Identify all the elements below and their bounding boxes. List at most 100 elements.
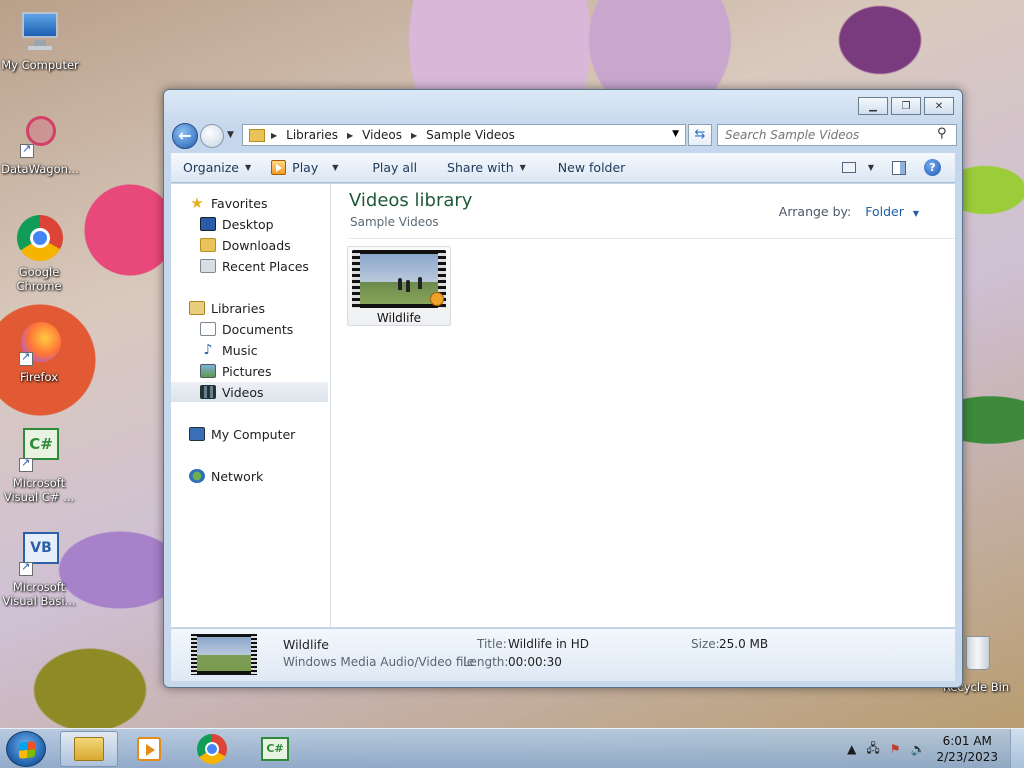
clock-time: 6:01 AM xyxy=(942,734,992,748)
explorer-window: ▁ ❐ ✕ ← ▼ ▶ Libraries ▶ Videos ▶ Sample … xyxy=(163,89,963,688)
computer-icon xyxy=(16,8,64,56)
arrange-by: Arrange by: Folder ▼ xyxy=(779,204,919,219)
show-hidden-icons-icon[interactable]: ▲ xyxy=(847,742,856,756)
chevron-down-icon: ▼ xyxy=(245,163,252,172)
shortcut-arrow-icon xyxy=(19,350,33,366)
forward-button[interactable] xyxy=(200,124,224,148)
details-title-value[interactable]: Wildlife in HD xyxy=(508,637,589,651)
breadcrumb-sample-videos[interactable]: Sample Videos xyxy=(426,128,515,142)
nav-network[interactable]: Network xyxy=(189,466,346,486)
desktop-icon-my-computer[interactable]: My Computer xyxy=(0,8,80,72)
play-icon xyxy=(271,160,287,175)
help-icon[interactable]: ? xyxy=(924,159,941,176)
preview-pane-icon[interactable] xyxy=(892,160,906,175)
close-button[interactable]: ✕ xyxy=(924,97,954,115)
address-dropdown-icon[interactable]: ▼ xyxy=(672,129,679,139)
desktop-icon-datawagon[interactable]: DataWagon... xyxy=(0,112,80,176)
arrange-by-value[interactable]: Folder xyxy=(865,204,904,219)
libraries-icon xyxy=(189,301,205,315)
play-all-button[interactable]: Play all xyxy=(362,153,427,182)
windows-logo-icon xyxy=(19,741,35,759)
new-folder-button[interactable]: New folder xyxy=(548,153,636,182)
star-icon: ★ xyxy=(190,194,204,212)
breadcrumb-libraries[interactable]: Libraries xyxy=(286,128,338,142)
command-bar: Organize ▼ Play ▼ Play all Share with ▼ … xyxy=(171,153,955,183)
nav-my-computer[interactable]: My Computer xyxy=(189,424,346,444)
nav-label: Libraries xyxy=(211,300,265,316)
show-desktop-button[interactable] xyxy=(1010,729,1024,768)
details-size-label: Size: xyxy=(691,637,720,651)
divider xyxy=(349,238,955,239)
clock[interactable]: 6:01 AM 2/23/2023 xyxy=(936,733,998,765)
taskbar-explorer[interactable] xyxy=(60,731,118,767)
maximize-button[interactable]: ❐ xyxy=(891,97,921,115)
desktop-icon-label: My Computer xyxy=(1,58,79,72)
video-thumbnail xyxy=(352,250,446,308)
play-badge-icon xyxy=(430,292,444,306)
refresh-button[interactable]: ⇆ xyxy=(688,124,712,146)
play-label: Play xyxy=(292,160,319,175)
chevron-right-icon: ▶ xyxy=(346,130,354,140)
content-pane: Videos library Sample Videos Arrange by:… xyxy=(331,184,955,627)
nav-label: Music xyxy=(222,342,258,358)
organize-button[interactable]: Organize ▼ xyxy=(171,153,261,182)
action-center-icon[interactable]: ⚑ xyxy=(890,742,901,756)
taskbar-chrome[interactable] xyxy=(183,731,241,767)
chrome-icon xyxy=(15,215,63,263)
recent-places-icon xyxy=(200,259,216,273)
visual-csharp-icon: C# xyxy=(15,426,63,474)
taskbar-media-player[interactable] xyxy=(120,731,178,767)
documents-icon xyxy=(200,322,216,336)
share-with-button[interactable]: Share with ▼ xyxy=(437,153,536,182)
nav-label: Favorites xyxy=(211,195,268,211)
volume-icon[interactable]: 🔈 xyxy=(911,742,926,756)
chevron-down-icon[interactable]: ▼ xyxy=(868,163,874,172)
nav-label: Downloads xyxy=(222,237,291,253)
breadcrumb-videos[interactable]: Videos xyxy=(362,128,402,142)
network-icon xyxy=(189,469,205,483)
details-title-label: Title: xyxy=(477,637,507,651)
search-input[interactable] xyxy=(717,124,957,146)
desktop-icon-google-chrome[interactable]: Google Chrome xyxy=(0,215,79,293)
media-player-icon xyxy=(137,737,161,761)
network-tray-icon[interactable]: 🖧 xyxy=(866,739,879,760)
folder-icon xyxy=(249,128,265,142)
details-length-label: Length: xyxy=(463,655,509,669)
nav-videos[interactable]: Videos xyxy=(171,382,328,402)
taskbar-visual-csharp[interactable]: C# xyxy=(246,731,304,767)
visual-csharp-icon: C# xyxy=(261,737,289,761)
nav-favorites[interactable]: ★ Favorites xyxy=(189,193,346,213)
desktop-icon-label: Microsoft Visual C# ... xyxy=(3,476,75,504)
file-name: Wildlife xyxy=(376,311,422,325)
details-file-type: Windows Media Audio/Video file xyxy=(283,655,475,669)
shortcut-arrow-icon xyxy=(19,456,33,472)
desktop-icon-firefox[interactable]: Firefox xyxy=(0,320,79,384)
desktop-icon-visual-basic[interactable]: VB Microsoft Visual Basi... xyxy=(0,530,79,608)
desktop-icon-label: Google Chrome xyxy=(16,265,62,293)
music-icon: ♪ xyxy=(203,342,213,358)
chevron-right-icon: ▶ xyxy=(271,130,278,140)
system-tray: ▲ 🖧 ⚑ 🔈 6:01 AM 2/23/2023 xyxy=(842,729,1024,768)
play-button[interactable]: Play ▼ xyxy=(261,153,348,182)
arrange-by-label: Arrange by: xyxy=(778,204,852,219)
nav-label: Network xyxy=(211,468,264,484)
back-button[interactable]: ← xyxy=(172,123,198,149)
firefox-icon xyxy=(15,320,63,368)
search-icon[interactable]: ⚲ xyxy=(937,126,947,141)
library-title: Videos library xyxy=(349,190,473,211)
address-bar[interactable]: ▶ Libraries ▶ Videos ▶ Sample Videos ▼ xyxy=(242,124,686,146)
desktop-icon-label: DataWagon... xyxy=(1,162,79,176)
desktop-icon-label: Firefox xyxy=(19,370,59,384)
start-button[interactable] xyxy=(6,731,46,767)
desktop-icon-visual-csharp[interactable]: C# Microsoft Visual C# ... xyxy=(0,426,79,504)
organize-label: Organize xyxy=(183,160,239,175)
minimize-button[interactable]: ▁ xyxy=(858,97,888,115)
recent-pages-dropdown[interactable]: ▼ xyxy=(227,130,234,140)
file-item-wildlife[interactable]: Wildlife xyxy=(347,246,451,326)
nav-libraries[interactable]: Libraries xyxy=(189,298,346,318)
chevron-down-icon[interactable]: ▼ xyxy=(913,209,919,218)
visual-basic-icon: VB xyxy=(15,530,63,578)
chevron-down-icon: ▼ xyxy=(332,163,339,172)
change-view-icon[interactable] xyxy=(841,162,856,173)
chrome-icon xyxy=(197,734,227,764)
